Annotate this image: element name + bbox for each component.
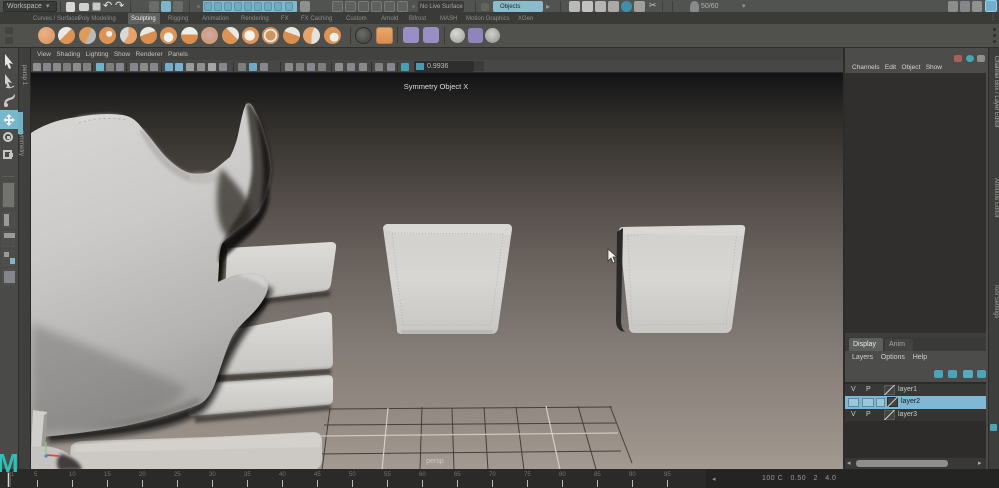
svg-text:Symmetry Object X: Symmetry Object X — [404, 82, 469, 91]
svg-text:persp: persp — [426, 458, 444, 465]
